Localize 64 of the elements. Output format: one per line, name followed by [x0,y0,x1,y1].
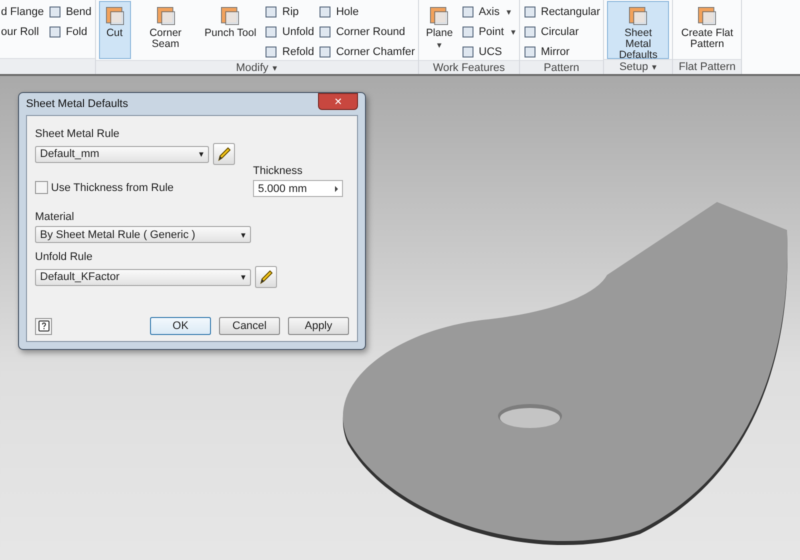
ribbon-tool-button[interactable]: Punch Tool [200,1,260,59]
edit-button[interactable] [213,143,235,165]
group-label: Flat Pattern [678,61,736,73]
tool-icon [264,45,278,59]
ribbon-tool-button[interactable]: Plane ▾ [422,1,457,59]
ribbon-tool-button[interactable]: Sheet Metal Defaults [607,1,670,59]
field-label: Unfold Rule [35,251,94,263]
dialog-title: Sheet Metal Defaults [26,98,128,110]
field-label: Thickness [253,165,304,177]
ribbon-tool-button[interactable]: d Flange [0,4,44,20]
ribbon-tool-button[interactable]: Refold [264,44,314,60]
checkbox[interactable] [35,181,48,194]
dialog-button[interactable]: Cancel [219,317,280,335]
ribbon-tool-button[interactable]: Axis ▾ [460,4,516,20]
group-label: Modify [236,62,268,74]
tool-icon [460,45,475,59]
ribbon-tool-button[interactable]: Bend [48,4,92,20]
tool-icon [522,5,537,19]
thickness-field[interactable]: 5.000 mm [253,180,343,197]
group-label: Setup [619,61,648,73]
tool-icon [460,5,475,19]
ribbon-tool-button[interactable]: Create Flat Pattern [676,1,738,59]
ribbon-tool-button[interactable]: Rectangular [522,4,600,20]
pencil-icon [216,146,232,162]
ribbon-tool-button[interactable]: Circular [522,24,600,40]
ribbon-tool-button[interactable]: Hole [318,4,415,20]
ribbon-tool-button[interactable]: Rip [264,4,314,20]
help-icon [38,320,50,332]
ribbon-tool-button[interactable]: Corner Round [318,24,415,40]
ribbon-tool-button[interactable]: Point ▾ [460,24,516,40]
tool-icon [522,25,537,39]
close-button[interactable]: ✕ [318,93,358,110]
material-dropdown[interactable]: By Sheet Metal Rule ( Generic ) ▾ [35,226,251,243]
group-label: Work Features [432,62,505,74]
tool-icon [318,25,332,39]
rule-dropdown[interactable]: Default_mm ▾ [35,146,209,162]
field-label: Material [35,211,76,223]
group-label: Pattern [544,62,580,74]
ribbon-tool-button[interactable]: Corner Chamfer [318,44,415,60]
ribbon-tool-button[interactable]: Unfold [264,24,314,40]
unfold-rule-dropdown[interactable]: Default_KFactor ▾ [35,268,251,286]
field-label: Sheet Metal Rule [35,128,120,140]
ribbon-tool-button[interactable]: Cut [98,1,131,59]
pencil-icon [258,269,274,285]
tool-icon [318,45,332,59]
tool-icon [48,5,62,19]
help-button[interactable] [35,318,52,334]
tool-icon [264,25,278,39]
ribbon-tool-button[interactable]: UCS [460,44,516,60]
ribbon-tool-button[interactable]: Mirror [522,44,600,60]
group-menu-arrow[interactable]: ▾ [272,62,278,72]
ribbon-tool-button[interactable]: our Roll [0,24,44,40]
group-menu-arrow[interactable]: ▾ [652,62,658,72]
dialog-button[interactable]: OK [150,317,211,335]
ribbon-tool-button[interactable]: Fold [48,24,92,40]
tool-icon [522,45,537,59]
ribbon-tool-button[interactable]: Corner Seam [134,1,197,59]
tool-icon [48,25,62,39]
tool-icon [264,5,278,19]
dialog-button[interactable]: Apply [288,317,349,335]
checkbox-label: Use Thickness from Rule [51,182,174,194]
edit-button[interactable] [255,266,277,288]
tool-icon [460,25,475,39]
tool-icon [318,5,332,19]
